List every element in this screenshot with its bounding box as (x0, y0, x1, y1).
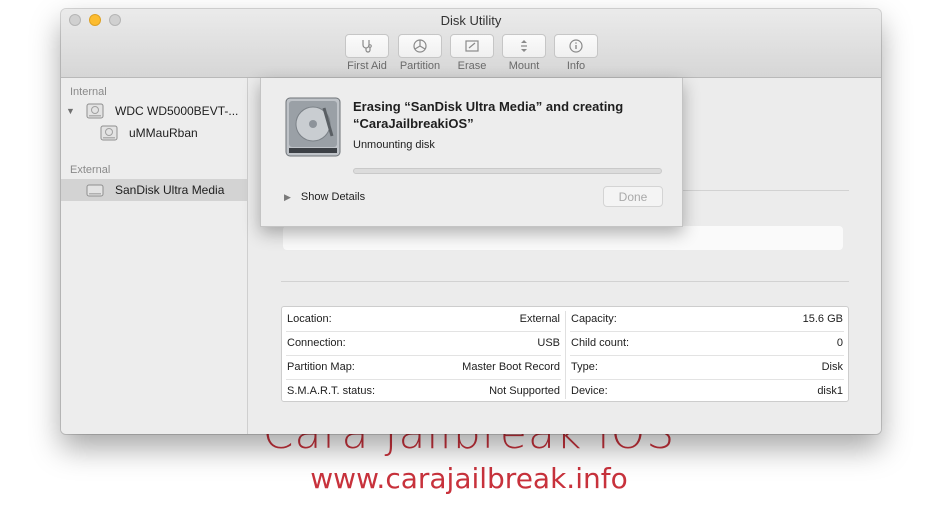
sidebar-section-internal: Internal (70, 86, 107, 98)
show-details-label: Show Details (300, 191, 366, 203)
erase-progress-sheet: Erasing “SanDisk Ultra Media” and creati… (260, 78, 683, 227)
info-left-column: Location: External Connection: USB Parti… (282, 307, 565, 403)
mount-icon (521, 40, 527, 52)
info-label: Child count: (571, 337, 630, 349)
external-disk-icon (86, 184, 104, 197)
show-details-toggle[interactable]: ▶ Show Details (284, 191, 365, 203)
info-label: Type: (571, 361, 598, 373)
sidebar-item-ummaurban[interactable]: uMMauRban (61, 122, 247, 144)
hard-disk-icon (86, 103, 104, 119)
mount-label: Mount (508, 60, 540, 72)
window-title: Disk Utility (440, 13, 502, 28)
first-aid-label: First Aid (347, 60, 387, 72)
partition-label: Partition (399, 60, 441, 72)
info-value: External (519, 313, 560, 325)
volume-icon (100, 125, 118, 141)
info-value: USB (537, 337, 560, 349)
info-value: Not Supported (489, 385, 560, 397)
info-row: S.M.A.R.T. status: Not Supported (282, 379, 565, 403)
info-right-column: Capacity: 15.6 GB Child count: 0 Type: D… (566, 307, 848, 403)
info-label: Capacity: (571, 313, 617, 325)
info-table: Location: External Connection: USB Parti… (281, 306, 849, 402)
mount-button[interactable] (502, 34, 546, 58)
info-row: Connection: USB (282, 331, 565, 355)
pie-partition-icon (413, 39, 427, 53)
info-row: Partition Map: Master Boot Record (282, 355, 565, 379)
sidebar-item-label: WDC WD5000BEVT-... (115, 104, 239, 118)
info-label: Partition Map: (287, 361, 355, 373)
divider (281, 281, 849, 282)
info-row: Child count: 0 (566, 331, 848, 355)
first-aid-button[interactable] (345, 34, 389, 58)
erase-label: Erase (457, 60, 487, 72)
info-icon (569, 39, 583, 53)
sidebar-item-sandisk[interactable]: SanDisk Ultra Media (61, 179, 247, 201)
disk-utility-window: Disk Utility First Aid Partition Erase M… (61, 9, 881, 434)
titlebar: Disk Utility First Aid Partition Erase M… (61, 9, 881, 78)
done-button[interactable]: Done (603, 186, 663, 207)
sidebar: Internal ▼ WDC WD5000BEVT-... uMMauRban … (61, 78, 248, 434)
info-label: Device: (571, 385, 608, 397)
info-label: S.M.A.R.T. status: (287, 385, 376, 397)
erase-button[interactable] (450, 34, 494, 58)
disclosure-triangle-icon[interactable]: ▼ (66, 106, 75, 116)
info-row: Location: External (282, 307, 565, 331)
info-value: Disk (821, 361, 843, 373)
info-value: 15.6 GB (802, 313, 843, 325)
partition-button[interactable] (398, 34, 442, 58)
sheet-status: Unmounting disk (353, 139, 435, 151)
info-value: Master Boot Record (462, 361, 560, 373)
hard-drive-icon (285, 97, 341, 157)
sidebar-item-wdc-disk[interactable]: ▼ WDC WD5000BEVT-... (61, 100, 247, 122)
watermark-url: www.carajailbreak.info (310, 462, 628, 495)
erase-icon (465, 40, 479, 52)
info-label: Connection: (287, 337, 346, 349)
progress-bar (353, 168, 662, 174)
info-button[interactable] (554, 34, 598, 58)
info-value: 0 (836, 337, 843, 349)
info-row: Device: disk1 (566, 379, 848, 403)
disclosure-triangle-icon[interactable]: ▶ (284, 192, 291, 203)
sidebar-section-external: External (70, 164, 111, 176)
volume-name-box (283, 226, 843, 250)
info-row: Capacity: 15.6 GB (566, 307, 848, 331)
stethoscope-icon (362, 40, 372, 53)
info-label: Location: (287, 313, 332, 325)
sidebar-item-label: uMMauRban (129, 126, 198, 140)
sidebar-item-label: SanDisk Ultra Media (115, 183, 225, 197)
info-label: Info (566, 60, 586, 72)
info-row: Type: Disk (566, 355, 848, 379)
sheet-title: Erasing “SanDisk Ultra Media” and creati… (353, 99, 624, 131)
info-value: disk1 (817, 385, 843, 397)
